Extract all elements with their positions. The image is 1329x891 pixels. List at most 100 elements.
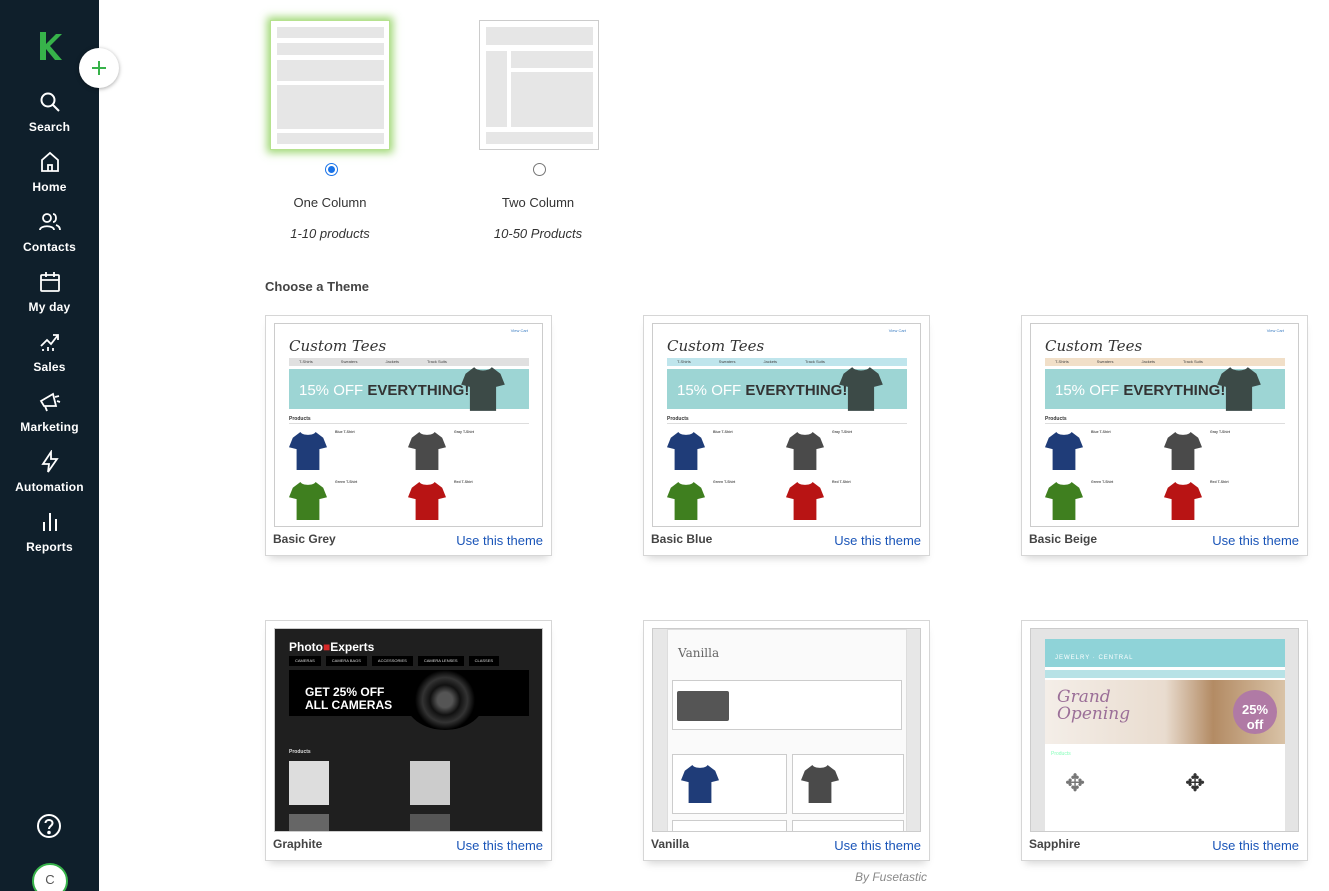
shirt-image — [408, 432, 446, 470]
use-theme-link[interactable]: Use this theme — [834, 533, 921, 548]
product-title: Gray T-Shirt — [454, 430, 475, 434]
product-image — [289, 761, 329, 805]
theme-preview[interactable]: Vanilla — [652, 628, 921, 832]
calendar-icon — [39, 272, 60, 292]
theme-card-graphite: Photo■Experts CAMERAS CAMERA BAGS ACCESSOR… — [265, 620, 552, 861]
layout-one-column-preview[interactable] — [270, 20, 390, 150]
nav-home[interactable]: Home — [0, 150, 99, 210]
preview-site-title: Photo■Experts — [289, 640, 375, 654]
megaphone-icon — [39, 392, 60, 412]
use-theme-link[interactable]: Use this theme — [1212, 838, 1299, 853]
theme-preview[interactable]: Custom Tees View Cart T-Shirts Sweaters Jack… — [274, 323, 543, 527]
divider — [1045, 423, 1285, 424]
theme-card-sapphire: JEWELRY · CENTRAL Grand Opening 25% off … — [1021, 620, 1308, 861]
preview-banner-text: Grand Opening — [1057, 687, 1131, 724]
use-theme-link[interactable]: Use this theme — [456, 838, 543, 853]
preview-banner: 15% OFF EVERYTHING! — [667, 367, 907, 411]
nav-sales[interactable]: Sales — [0, 330, 99, 390]
preview-banner-text: GET 25% OFF ALL CAMERAS — [305, 685, 393, 712]
avatar[interactable]: C — [32, 863, 68, 891]
credit-text: By Fusetastic — [855, 870, 928, 884]
preview-feature-box — [672, 680, 902, 730]
shirt-image — [408, 482, 446, 520]
theme-preview[interactable]: JEWELRY · CENTRAL Grand Opening 25% off … — [1030, 628, 1299, 832]
bar-chart-icon — [42, 513, 57, 531]
nav-reports[interactable]: Reports — [0, 510, 99, 570]
preview-nav — [1045, 670, 1285, 678]
nav-contacts[interactable]: Contacts — [0, 210, 99, 270]
nav-my-day-label: My day — [28, 300, 71, 314]
nav-contacts-label: Contacts — [23, 240, 76, 254]
theme-preview[interactable]: Custom Tees View Cart T-Shirts Sweaters Jack… — [1030, 323, 1299, 527]
preview-badge: 25% off — [1233, 690, 1277, 734]
preview-banner-text: 15% OFF EVERYTHING! — [299, 382, 470, 399]
preview-site-title: Vanilla — [678, 646, 720, 660]
shirt-image — [786, 432, 824, 470]
theme-name: Sapphire — [1029, 837, 1081, 851]
layout-one-column-radio[interactable] — [325, 163, 338, 176]
layout-one-column-desc: 1-10 products — [290, 226, 370, 241]
nav-sales-label: Sales — [33, 360, 66, 374]
use-theme-link[interactable]: Use this theme — [834, 838, 921, 853]
divider — [667, 423, 907, 424]
shirt-image — [289, 482, 327, 520]
preview-banner: Grand Opening 25% off — [1045, 680, 1285, 744]
preview-cart-link: View Cart — [1266, 328, 1284, 333]
nav-my-day[interactable]: My day — [0, 270, 99, 330]
help-icon[interactable] — [36, 813, 62, 839]
nav-marketing-label: Marketing — [20, 420, 79, 434]
shirt-image — [1045, 432, 1083, 470]
layout-block — [277, 43, 384, 55]
shirt-image — [1164, 482, 1202, 520]
product-title: Red T-Shirt — [454, 480, 473, 484]
theme-name: Graphite — [273, 837, 323, 851]
lightning-icon — [40, 450, 59, 473]
divider — [289, 423, 529, 424]
preview-products-heading: Products — [289, 749, 311, 755]
preview-banner-text: 15% OFF EVERYTHING! — [1055, 382, 1226, 399]
search-icon — [40, 92, 60, 112]
plus-icon — [92, 61, 106, 75]
choose-theme-heading: Choose a Theme — [265, 279, 370, 294]
theme-preview[interactable]: Photo■Experts CAMERAS CAMERA BAGS ACCESSOR… — [274, 628, 543, 832]
k-logo[interactable] — [36, 30, 62, 62]
preview-page: JEWELRY · CENTRAL Grand Opening 25% off … — [1045, 639, 1285, 831]
layout-two-column-desc: 10-50 Products — [493, 226, 583, 241]
shirt-image — [786, 482, 824, 520]
blue-shirt-image — [681, 765, 719, 803]
preview-product-box — [792, 820, 904, 831]
preview-product-box — [672, 820, 787, 831]
add-button[interactable] — [79, 48, 119, 88]
layout-block — [511, 72, 593, 127]
shirt-image — [289, 432, 327, 470]
product-title: Gray T-Shirt — [1210, 430, 1231, 434]
product-title: Red T-Shirt — [832, 480, 851, 484]
use-theme-link[interactable]: Use this theme — [1212, 533, 1299, 548]
shirt-image — [1045, 482, 1083, 520]
theme-card-vanilla: Vanilla Vanilla Use this theme — [643, 620, 930, 861]
earring-image: ✥ — [1065, 770, 1086, 797]
nav-automation-label: Automation — [15, 480, 84, 494]
product-image — [289, 814, 329, 831]
nav-search[interactable]: Search — [0, 90, 99, 150]
theme-preview[interactable]: Custom Tees View Cart T-Shirts Sweaters Jack… — [652, 323, 921, 527]
nav-marketing[interactable]: Marketing — [0, 390, 99, 450]
layout-block — [486, 27, 593, 45]
nav-search-label: Search — [28, 120, 71, 134]
contacts-icon — [38, 213, 61, 231]
product-image — [410, 814, 450, 831]
preview-header: JEWELRY · CENTRAL — [1045, 639, 1285, 667]
theme-card-basic-blue: Custom Tees View Cart T-Shirts Sweaters Jack… — [643, 315, 930, 556]
preview-nav: CAMERAS CAMERA BAGS ACCESSORIES CAMERA LENS… — [289, 656, 529, 666]
layout-block — [486, 132, 593, 144]
nav-home-label: Home — [32, 180, 67, 194]
earring-image: ✥ — [1185, 770, 1206, 797]
use-theme-link[interactable]: Use this theme — [456, 533, 543, 548]
preview-cart-link: View Cart — [888, 328, 906, 333]
layout-two-column-preview[interactable] — [479, 20, 599, 150]
shirt-image — [1164, 432, 1202, 470]
nav-automation[interactable]: Automation — [0, 450, 99, 510]
layout-two-column-radio[interactable] — [533, 163, 546, 176]
banner-shirt-image — [839, 367, 883, 411]
layout-block — [511, 51, 593, 68]
